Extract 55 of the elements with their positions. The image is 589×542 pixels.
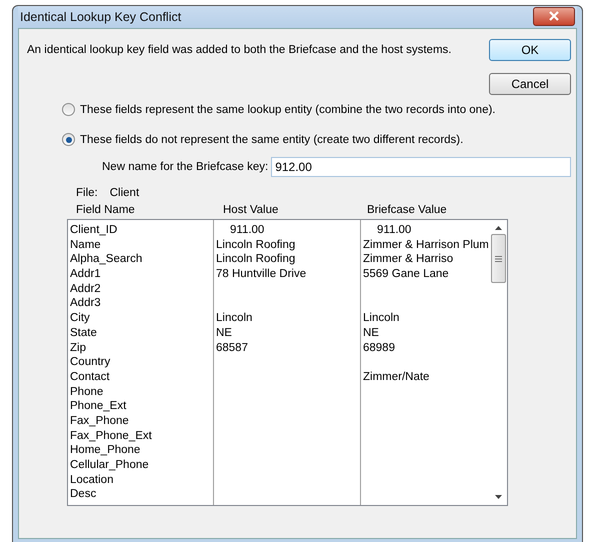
table-cell: Desc bbox=[70, 488, 96, 500]
close-button[interactable] bbox=[533, 6, 575, 26]
radio-button[interactable] bbox=[62, 103, 75, 116]
table-cell: NE bbox=[216, 326, 232, 339]
table-cell: Location bbox=[70, 474, 114, 486]
table-cell: Home_Phone bbox=[70, 444, 140, 456]
column-header: Host Value bbox=[223, 204, 280, 216]
table-cell: Lincoln Roofing bbox=[216, 238, 296, 251]
name-input-field[interactable]: 912.00 bbox=[271, 157, 571, 177]
table-cell: 68989 bbox=[363, 342, 395, 354]
scroll-up-icon[interactable] bbox=[495, 226, 502, 230]
radio-label[interactable]: These fields represent the same lookup entity (combine the two records into one). bbox=[80, 104, 496, 116]
table-cell: Phone_Ext bbox=[70, 400, 126, 412]
column-header: Briefcase Value bbox=[367, 204, 448, 216]
close-icon bbox=[548, 11, 560, 21]
table-cell: Zip bbox=[70, 342, 86, 354]
field-label: New name for the Briefcase key: bbox=[102, 161, 268, 173]
table-cell: Alpha_Search bbox=[70, 253, 142, 266]
table-cell: Addr3 bbox=[70, 297, 101, 310]
table-cell: Cellular_Phone bbox=[70, 459, 149, 471]
table-cell: 911.00 bbox=[230, 224, 264, 236]
table-cell: Zimmer & Harrison Plum bbox=[363, 238, 488, 251]
table-cell: 68587 bbox=[216, 342, 248, 354]
table-cell: Phone bbox=[70, 386, 104, 398]
table-cell: 5569 Gane Lane bbox=[363, 268, 449, 280]
table-cell: Fax_Phone bbox=[70, 414, 129, 427]
table-cell: 911.00 bbox=[377, 224, 412, 236]
table-cell: Country bbox=[70, 356, 110, 368]
column-header: Field Name bbox=[76, 204, 136, 216]
table-cell: Contact bbox=[70, 370, 110, 383]
table-cell: Name bbox=[70, 238, 101, 251]
message-text: An identical lookup key field was added to both the Briefcase and the host systems. bbox=[27, 43, 452, 58]
table-cell: NE bbox=[363, 326, 379, 339]
file-name: Client bbox=[110, 187, 140, 199]
dialog-button[interactable]: OK bbox=[489, 39, 571, 61]
dialog-button[interactable]: Cancel bbox=[489, 73, 571, 95]
radio-button[interactable] bbox=[62, 133, 75, 146]
radio-label[interactable]: These fields do not represent the same entity (create two different records). bbox=[80, 134, 464, 146]
scroll-down-icon[interactable] bbox=[495, 495, 502, 499]
table-cell: Zimmer/Nate bbox=[363, 370, 430, 383]
table-cell: Zimmer & Harriso bbox=[363, 253, 454, 266]
table-cell: State bbox=[70, 326, 97, 339]
window-title: Identical Lookup Key Conflict bbox=[20, 10, 182, 24]
table-cell: 78 Huntville Drive bbox=[216, 268, 306, 280]
table-cell: Fax_Phone_Ext bbox=[70, 430, 152, 442]
table-cell: Client_ID bbox=[70, 224, 118, 236]
table-cell: Addr2 bbox=[70, 282, 101, 295]
grip-icon bbox=[495, 256, 502, 262]
table-cell: Lincoln bbox=[216, 312, 252, 324]
table-cell: City bbox=[70, 312, 90, 324]
scroll-thumb[interactable] bbox=[491, 234, 506, 283]
table-cell: Lincoln Roofing bbox=[216, 253, 296, 266]
file-label: File: bbox=[76, 187, 98, 199]
table-cell: Addr1 bbox=[70, 268, 101, 280]
table-cell: Lincoln bbox=[363, 312, 400, 324]
